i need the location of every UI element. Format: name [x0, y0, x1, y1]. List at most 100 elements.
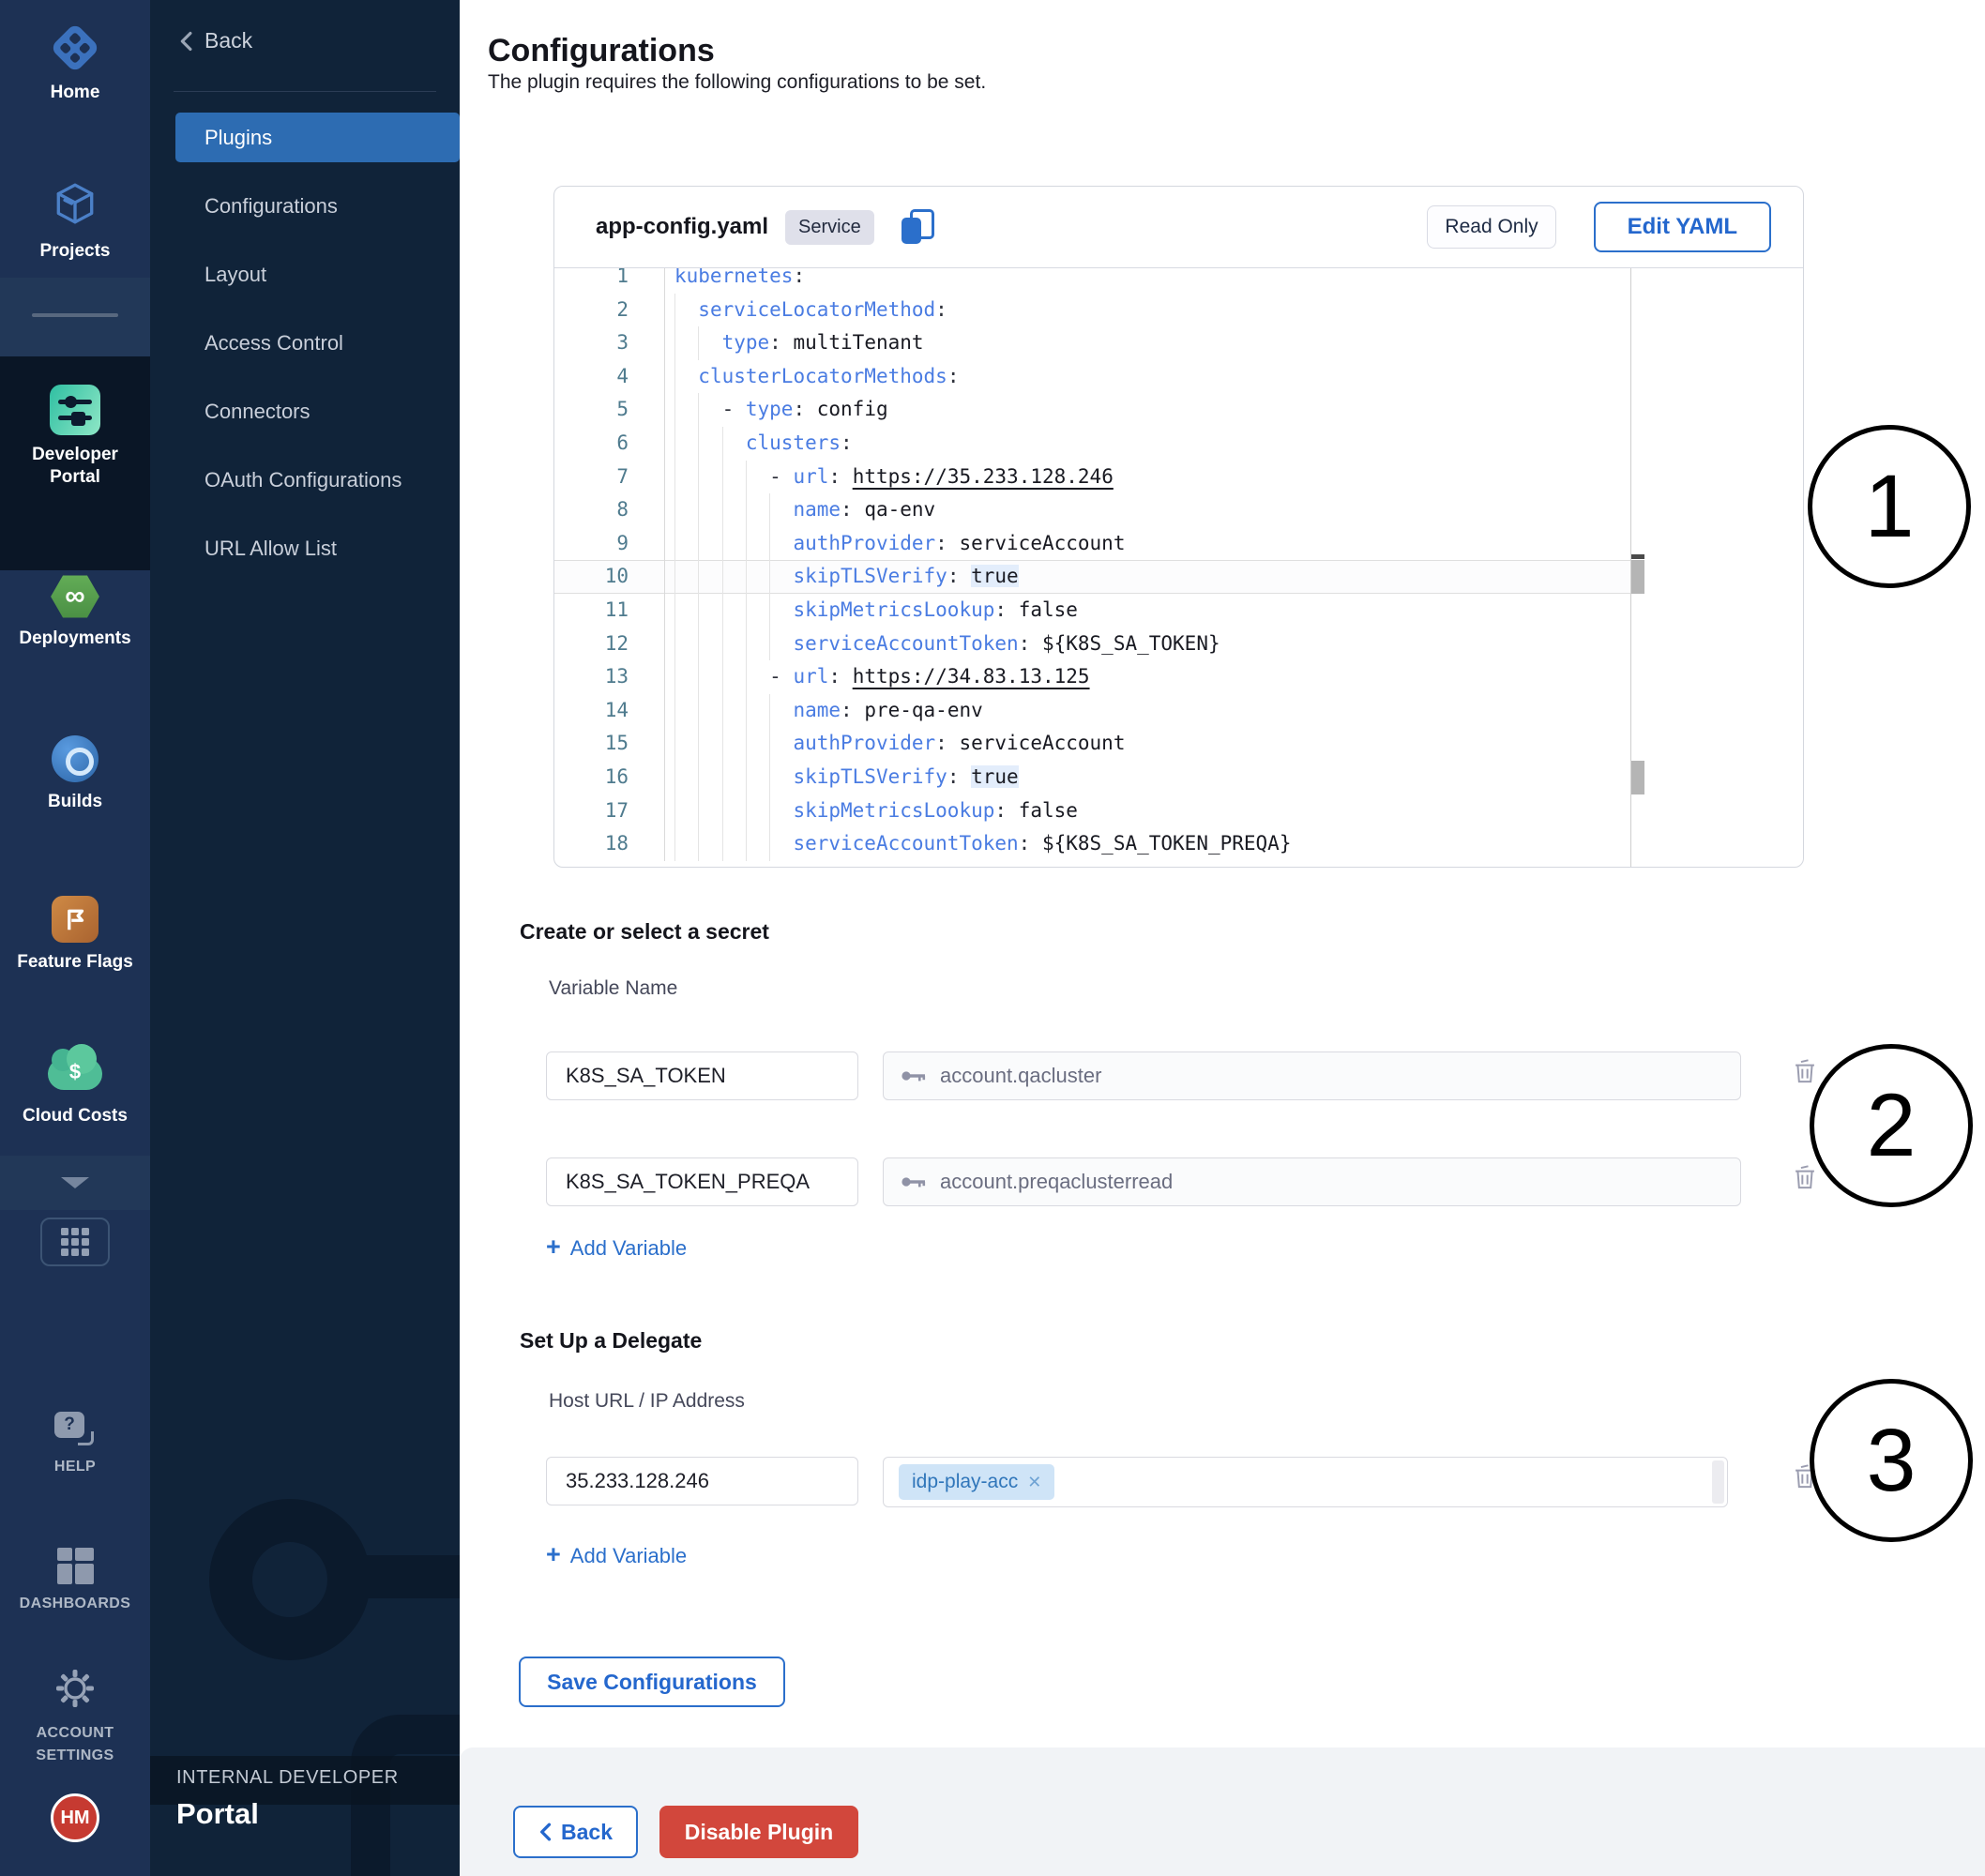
- delegate-tag-chip: idp-play-acc: [899, 1464, 1054, 1500]
- indent-guide: [722, 560, 723, 594]
- code-lines: 1kubernetes:2 serviceLocatorMethod:3 typ…: [554, 268, 1630, 861]
- sidebar-item-label: Cloud Costs: [0, 1105, 150, 1127]
- submenu-item-connectors[interactable]: Connectors: [150, 386, 460, 436]
- sidebar-item-label: ACCOUNT SETTINGS: [0, 1722, 150, 1767]
- yaml-editor[interactable]: 1kubernetes:2 serviceLocatorMethod:3 typ…: [554, 268, 1631, 867]
- variable-name-input[interactable]: [546, 1157, 858, 1206]
- submenu-list: Plugins Configurations Layout Access Con…: [150, 113, 460, 592]
- annotation-number: 2: [1867, 1075, 1917, 1177]
- delete-variable-button[interactable]: [1791, 1162, 1819, 1194]
- grid-icon: [61, 1228, 89, 1256]
- sidebar-item-dashboards[interactable]: DASHBOARDS: [0, 1548, 150, 1615]
- sidebar-item-home[interactable]: Home: [0, 23, 150, 104]
- indent-guide: [674, 794, 675, 828]
- indent-guide: [674, 560, 675, 594]
- back-button[interactable]: Back: [513, 1806, 638, 1858]
- submenu-item-access-control[interactable]: Access Control: [150, 318, 460, 368]
- indent-guide: [674, 827, 675, 861]
- indent-guide: [698, 694, 699, 728]
- sidebar-item-feature-flags[interactable]: Feature Flags: [0, 896, 150, 974]
- code-line: 5 - type: config: [554, 393, 1630, 427]
- chevron-down-icon[interactable]: [61, 1177, 89, 1188]
- indent-guide: [674, 594, 675, 628]
- secret-select[interactable]: account.qacluster: [883, 1051, 1741, 1100]
- help-bubble-icon: ?: [54, 1412, 96, 1447]
- disable-plugin-button[interactable]: Disable Plugin: [659, 1806, 858, 1858]
- remove-tag-icon[interactable]: [1027, 1473, 1041, 1492]
- sidebar-item-account-settings[interactable]: ACCOUNT SETTINGS: [0, 1668, 150, 1767]
- scroll-ruler-mark[interactable]: [1631, 560, 1644, 594]
- yaml-config-card: app-config.yaml Service Read Only Edit Y…: [553, 186, 1804, 868]
- code-line: 12 serviceAccountToken: ${K8S_SA_TOKEN}: [554, 628, 1630, 661]
- save-configurations-button[interactable]: Save Configurations: [519, 1657, 785, 1707]
- harness-home-icon: [50, 23, 100, 73]
- delegate-tag-input[interactable]: idp-play-acc: [883, 1457, 1728, 1507]
- line-number: 12: [554, 628, 664, 661]
- sidebar-item-help[interactable]: ? HELP: [0, 1412, 150, 1478]
- module-picker-button[interactable]: [40, 1218, 110, 1266]
- brand-line2: Portal: [176, 1797, 259, 1831]
- line-number: 5: [554, 393, 664, 427]
- yaml-filename: app-config.yaml: [596, 214, 768, 240]
- main-sidebar: Home Projects Developer Portal ∞ Deploym…: [0, 0, 150, 1876]
- variable-name-input[interactable]: [546, 1051, 858, 1100]
- submenu-item-plugins[interactable]: Plugins: [175, 113, 460, 162]
- code-line: 8 name: qa-env: [554, 493, 1630, 527]
- back-nav-link[interactable]: Back: [178, 28, 252, 53]
- service-badge: Service: [785, 210, 874, 245]
- sidebar-user-avatar[interactable]: HM: [0, 1793, 150, 1842]
- scroll-ruler-mark[interactable]: [1631, 761, 1644, 794]
- plugin-submenu: Back Plugins Configurations Layout Acces…: [150, 0, 460, 1876]
- code-line: 11 skipMetricsLookup: false: [554, 594, 1630, 628]
- sidebar-item-developer-portal[interactable]: Developer Portal: [0, 385, 150, 489]
- sliders-icon: [50, 385, 100, 435]
- indent-guide: [674, 326, 675, 360]
- host-url-input[interactable]: [546, 1457, 858, 1505]
- submenu-item-layout[interactable]: Layout: [150, 250, 460, 299]
- indent-guide: [769, 628, 770, 661]
- indent-guide: [674, 393, 675, 427]
- indent-guide: [698, 660, 699, 694]
- brand-line1: INTERNAL DEVELOPER: [176, 1767, 399, 1789]
- chevron-left-icon: [538, 1823, 552, 1841]
- sidebar-divider: [32, 313, 118, 317]
- chevron-left-icon: [178, 31, 193, 52]
- indent-guide: [722, 427, 723, 461]
- sidebar-item-deployments[interactable]: ∞ Deployments: [0, 574, 150, 650]
- edit-yaml-button[interactable]: Edit YAML: [1594, 202, 1771, 252]
- indent-guide: [674, 660, 675, 694]
- sidebar-item-projects[interactable]: Projects: [0, 180, 150, 263]
- secret-select[interactable]: account.preqaclusterread: [883, 1157, 1741, 1206]
- plus-icon: [546, 1544, 561, 1568]
- code-line: 14 name: pre-qa-env: [554, 694, 1630, 728]
- code-line: 6 clusters:: [554, 427, 1630, 461]
- line-number: 1: [554, 268, 664, 294]
- indent-guide: [769, 527, 770, 561]
- indent-guide: [769, 794, 770, 828]
- indent-guide: [746, 794, 747, 828]
- copy-icon[interactable]: [899, 207, 936, 247]
- submenu-item-url-allow-list[interactable]: URL Allow List: [150, 523, 460, 573]
- read-only-badge: Read Only: [1427, 205, 1555, 249]
- delete-variable-button[interactable]: [1791, 1056, 1819, 1088]
- submenu-item-configurations[interactable]: Configurations: [150, 181, 460, 231]
- submenu-item-oauth-configurations[interactable]: OAuth Configurations: [150, 455, 460, 505]
- tag-field-scrollbar[interactable]: [1712, 1460, 1724, 1504]
- line-number: 17: [554, 794, 664, 828]
- code-line: 9 authProvider: serviceAccount: [554, 527, 1630, 561]
- indent-guide: [674, 727, 675, 761]
- indent-guide: [698, 628, 699, 661]
- indent-guide: [674, 493, 675, 527]
- add-variable-link[interactable]: Add Variable: [546, 1236, 687, 1261]
- indent-guide: [674, 360, 675, 394]
- indent-guide: [769, 727, 770, 761]
- sidebar-item-builds[interactable]: Builds: [0, 735, 150, 813]
- scroll-ruler-active-mark: [1631, 554, 1644, 559]
- code-line: 18 serviceAccountToken: ${K8S_SA_TOKEN_P…: [554, 827, 1630, 861]
- add-host-link[interactable]: Add Variable: [546, 1544, 687, 1568]
- key-icon: [901, 1174, 927, 1189]
- line-number: 16: [554, 761, 664, 794]
- indent-guide: [674, 628, 675, 661]
- indent-guide: [722, 461, 723, 494]
- sidebar-item-cloud-costs[interactable]: $ Cloud Costs: [0, 1049, 150, 1127]
